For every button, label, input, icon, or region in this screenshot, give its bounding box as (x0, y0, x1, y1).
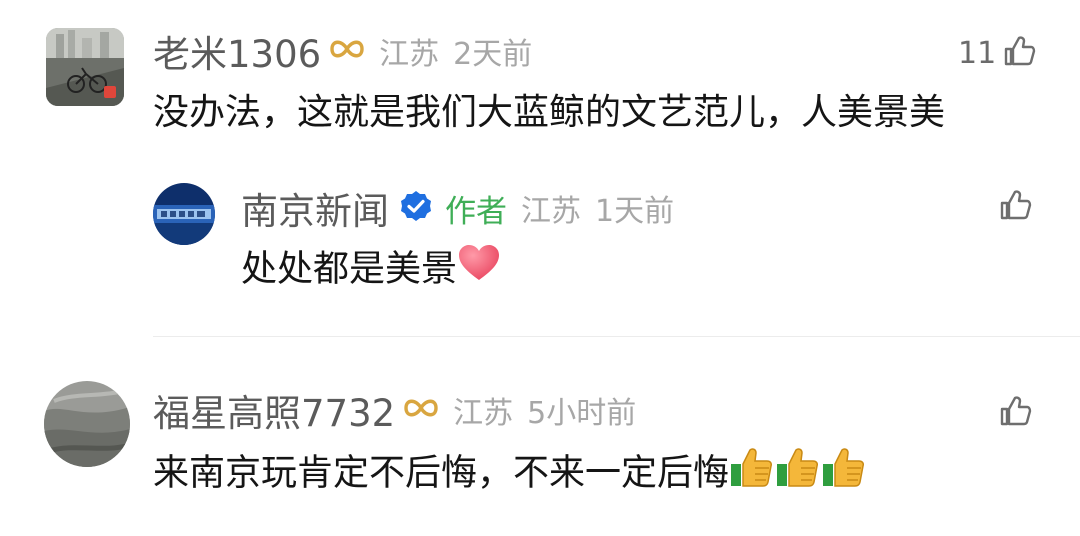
location-label: 江苏 (453, 396, 514, 431)
like-count: 11 (958, 35, 997, 71)
infinity-badge-icon (403, 395, 439, 425)
avatar[interactable] (153, 183, 215, 245)
comment-item: 老米1306 江苏 2天前 11 没办法，这就是我们大蓝鲸的文艺范儿，人美景美 (0, 0, 1080, 160)
thumbs-up-emoji (775, 446, 821, 503)
thumbs-up-icon (998, 394, 1032, 432)
comment-item: 福星高照7732 江苏 5小时前 来南京玩肯定不后悔，不来一定后悔 (0, 337, 1080, 536)
time-label: 2天前 (453, 37, 533, 72)
reply-item: 南京新闻 作者 江苏 1天前 处处都是美景 (0, 170, 1080, 310)
time-label: 1天前 (595, 194, 675, 229)
username[interactable]: 老米1306 (153, 24, 321, 78)
thumbs-up-emoji (729, 446, 775, 503)
location-label: 江苏 (379, 37, 440, 72)
comment-text-content: 来南京玩肯定不后悔，不来一定后悔 (153, 452, 730, 494)
reply-text-content: 处处都是美景 (241, 248, 458, 290)
comment-meta: 老米1306 江苏 2天前 (153, 28, 533, 76)
heart-emoji (457, 243, 501, 298)
thumbs-up-icon (998, 188, 1032, 226)
like-button[interactable]: 11 (958, 33, 1036, 73)
thumbs-up-emoji (821, 446, 867, 503)
thumbs-up-icon (1002, 34, 1036, 72)
time-label: 5小时前 (527, 396, 637, 431)
like-button[interactable] (998, 187, 1032, 227)
author-tag: 作者 (445, 193, 507, 230)
comment-meta: 福星高照7732 江苏 5小时前 (153, 387, 637, 435)
like-button[interactable] (998, 393, 1032, 433)
comments-page: 老米1306 江苏 2天前 11 没办法，这就是我们大蓝鲸的文艺范儿，人美景美 (0, 0, 1080, 536)
reply-meta: 南京新闻 作者 江苏 1天前 (241, 185, 675, 233)
infinity-badge-icon (329, 36, 365, 66)
comment-text: 来南京玩肯定不后悔，不来一定后悔 (153, 446, 867, 503)
username[interactable]: 福星高照7732 (153, 383, 395, 437)
comment-text: 没办法，这就是我们大蓝鲸的文艺范儿，人美景美 (153, 92, 946, 133)
location-label: 江苏 (521, 194, 581, 229)
reply-text: 处处都是美景 (241, 243, 501, 298)
username[interactable]: 南京新闻 (241, 181, 389, 235)
avatar[interactable] (44, 381, 130, 467)
avatar[interactable] (46, 28, 124, 106)
verified-check-icon (399, 189, 433, 227)
